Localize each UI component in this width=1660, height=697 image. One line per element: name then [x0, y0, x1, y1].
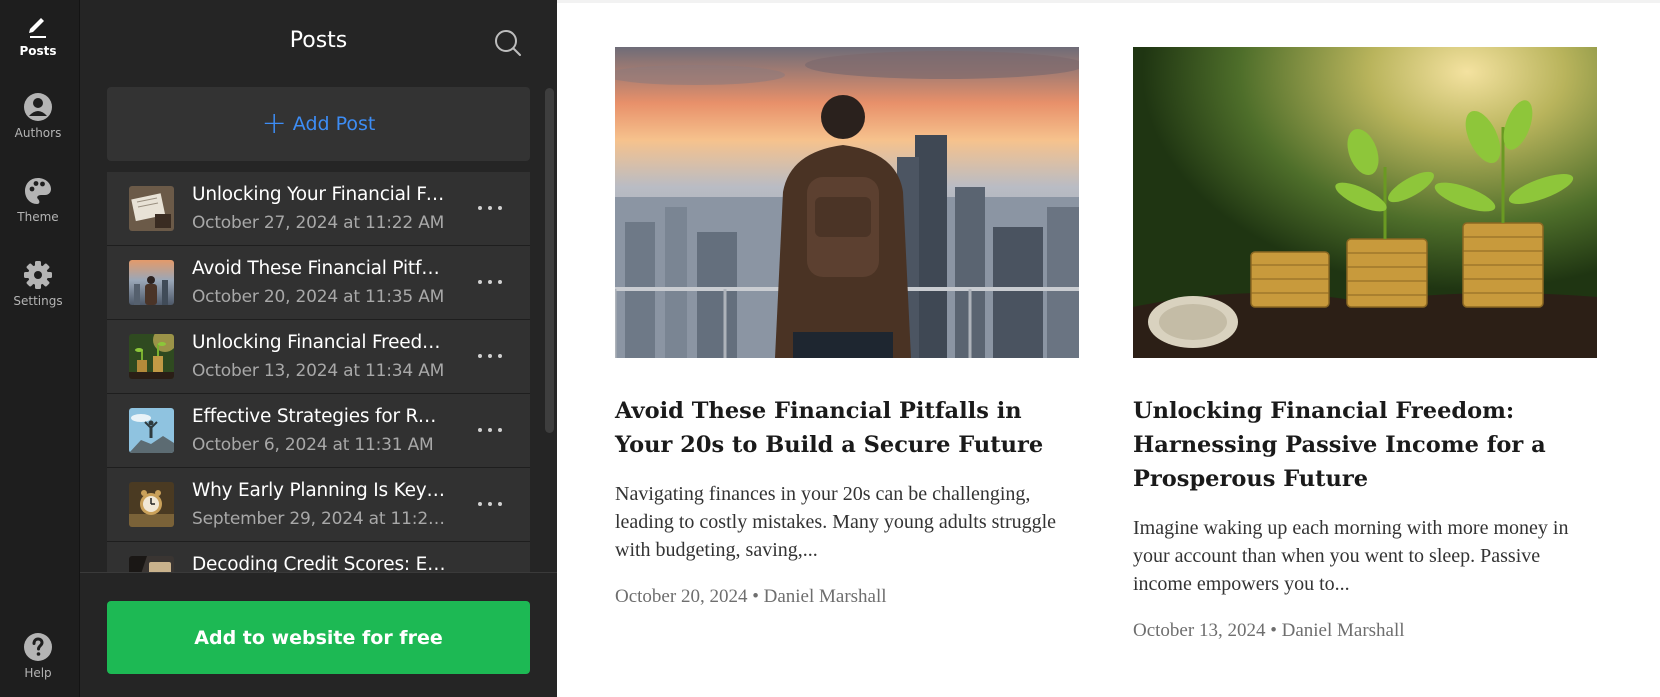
more-options-button[interactable] [475, 270, 505, 294]
post-thumbnail [129, 260, 174, 305]
posts-panel: Posts + Add Post Unlocking Your Financia… [80, 0, 557, 697]
post-title: Unlocking Your Financial Fu... [192, 184, 447, 205]
post-thumbnail [129, 186, 174, 231]
post-card-meta: October 13, 2024 • Daniel Marshall [1133, 620, 1405, 641]
post-date: September 29, 2024 at 11:25 ... [192, 509, 447, 529]
post-date: October 6, 2024 at 11:31 AM [192, 435, 434, 455]
post-date: October 27, 2024 at 11:22 AM [192, 213, 445, 233]
gear-icon [24, 261, 52, 289]
post-card-image[interactable] [615, 47, 1079, 358]
rail-item-authors[interactable]: Authors [0, 92, 76, 140]
rail-label-theme: Theme [17, 210, 59, 224]
add-to-website-button[interactable]: Add to website for free [107, 601, 530, 674]
rail-item-theme[interactable]: Theme [0, 176, 76, 224]
more-options-button[interactable] [475, 344, 505, 368]
more-options-button[interactable] [475, 418, 505, 442]
post-card-image[interactable] [1133, 47, 1597, 358]
post-title: Unlocking Financial Freedo... [192, 332, 447, 353]
posts-scrollbar[interactable] [545, 88, 554, 433]
search-button[interactable] [492, 27, 524, 59]
user-icon [24, 93, 52, 121]
post-card-title[interactable]: Unlocking Financial Freedom: Harnessing … [1133, 394, 1597, 496]
post-date: October 20, 2024 at 11:35 AM [192, 287, 445, 307]
palette-icon [25, 178, 51, 204]
post-thumbnail [129, 556, 174, 572]
rail-label-help: Help [24, 666, 52, 680]
blog-preview: Avoid These Financial Pitfalls in Your 2… [557, 0, 1660, 697]
post-card-excerpt: Navigating finances in your 20s can be c… [615, 483, 1057, 561]
post-thumbnail [129, 482, 174, 527]
rail-item-settings[interactable]: Settings [0, 260, 76, 308]
rail-label-posts: Posts [19, 44, 57, 58]
rail-item-posts[interactable]: Posts [0, 12, 76, 58]
post-thumbnail [129, 334, 174, 379]
post-card[interactable]: Unlocking Financial Freedom: Harnessing … [1133, 47, 1597, 642]
panel-footer: Add to website for free [80, 572, 557, 697]
rail-label-authors: Authors [14, 126, 62, 140]
post-card-meta: October 20, 2024 • Daniel Marshall [615, 586, 887, 607]
list-item[interactable]: Unlocking Financial Freedo... October 13… [107, 320, 530, 394]
post-title: Why Early Planning Is Key t... [192, 480, 447, 501]
post-title: Effective Strategies for Rapi... [192, 406, 447, 427]
post-title: Avoid These Financial Pitfal... [192, 258, 447, 279]
rail-item-help[interactable]: Help [0, 632, 76, 680]
help-icon [24, 633, 52, 661]
posts-list: Unlocking Your Financial Fu... October 2… [107, 172, 530, 572]
more-options-button[interactable] [475, 492, 505, 516]
post-thumbnail [129, 408, 174, 453]
more-options-button[interactable] [475, 196, 505, 220]
post-card-excerpt: Imagine waking up each morning with more… [1133, 517, 1569, 595]
list-item[interactable]: Avoid These Financial Pitfal... October … [107, 246, 530, 320]
post-card[interactable]: Avoid These Financial Pitfalls in Your 2… [615, 47, 1079, 608]
list-item[interactable]: Unlocking Your Financial Fu... October 2… [107, 172, 530, 246]
rail-label-settings: Settings [13, 294, 63, 308]
add-post-label: Add Post [292, 113, 376, 135]
panel-title: Posts [289, 28, 348, 53]
add-post-button[interactable]: + Add Post [107, 87, 530, 161]
plus-icon: + [261, 106, 287, 141]
pen-icon [29, 18, 46, 38]
list-item[interactable]: Effective Strategies for Rapi... October… [107, 394, 530, 468]
post-card-title[interactable]: Avoid These Financial Pitfalls in Your 2… [615, 394, 1079, 462]
list-item[interactable]: Decoding Credit Scores: Es... [107, 542, 530, 572]
post-title: Decoding Credit Scores: Es... [192, 554, 447, 572]
search-icon [495, 30, 521, 56]
post-date: October 13, 2024 at 11:34 AM [192, 361, 445, 381]
list-item[interactable]: Why Early Planning Is Key t... September… [107, 468, 530, 542]
app-rail: Posts Authors Theme Settings Help [0, 0, 80, 697]
